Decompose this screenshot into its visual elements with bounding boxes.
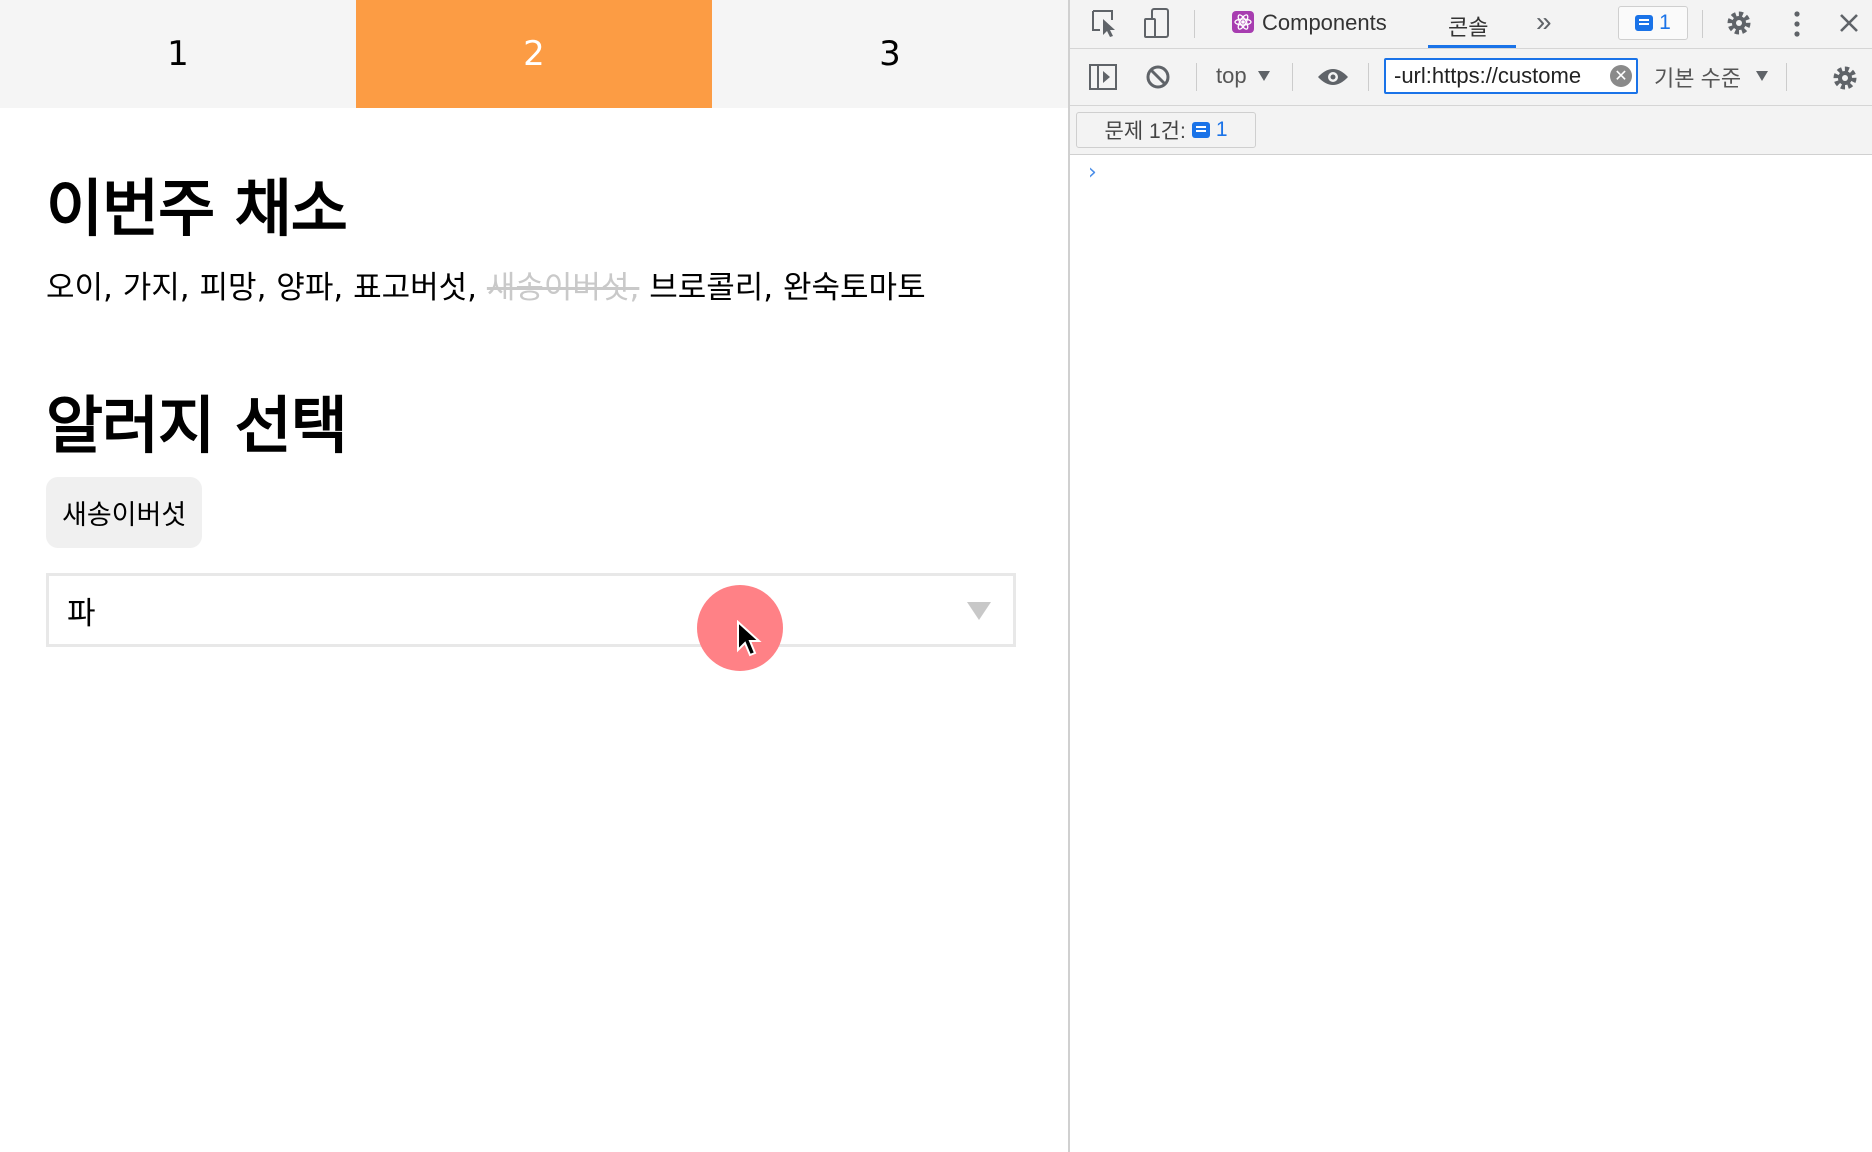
devtools-panel: Components 콘솔 » 1 top -url:https://custo… — [1068, 0, 1872, 1152]
clear-console-icon[interactable] — [1144, 63, 1172, 91]
context-selector[interactable]: top — [1216, 63, 1247, 89]
issue-message-icon — [1191, 122, 1210, 138]
tab-console[interactable]: 콘솔 — [1448, 10, 1488, 42]
console-prompt[interactable]: › — [1088, 160, 1097, 185]
filter-input[interactable] — [1392, 62, 1606, 90]
issues-count: 1 — [1215, 118, 1228, 141]
app-pane: 1 2 3 이번주 채소 오이, 가지, 피망, 양파, 표고버섯, 새송이버섯… — [0, 0, 1068, 1152]
vegetable-item: 오이, — [46, 270, 113, 306]
context-dropdown-icon[interactable] — [1258, 71, 1270, 81]
kebab-menu-icon[interactable] — [1792, 10, 1802, 38]
tab-2[interactable]: 2 — [356, 0, 712, 108]
react-components-icon — [1232, 11, 1254, 33]
allergy-search-input[interactable] — [65, 591, 929, 629]
step-tabs: 1 2 3 — [0, 0, 1068, 108]
live-expression-eye-icon[interactable] — [1316, 65, 1350, 89]
vegetable-item: 완숙토마토 — [782, 270, 926, 306]
vegetable-item: 가지, — [122, 270, 190, 306]
more-tabs-button[interactable]: » — [1536, 6, 1552, 38]
issues-label: 문제 1건: — [1104, 120, 1186, 143]
issues-button[interactable]: 문제 1건: 1 — [1076, 112, 1256, 148]
devtools-main-toolbar: Components 콘솔 » 1 — [1070, 0, 1872, 49]
tab-3[interactable]: 3 — [712, 0, 1068, 108]
settings-gear-icon[interactable] — [1724, 8, 1754, 38]
vegetable-item: 양파, — [276, 270, 344, 306]
messages-count: 1 — [1659, 11, 1671, 34]
mouse-pointer-icon — [737, 620, 762, 657]
active-tab-indicator — [1428, 45, 1516, 48]
sidebar-toggle-icon[interactable] — [1088, 63, 1118, 91]
allergy-select[interactable] — [46, 573, 1016, 647]
issues-bar: 문제 1건: 1 — [1070, 106, 1872, 155]
vegetable-item: 브로콜리, — [649, 270, 774, 306]
close-icon[interactable] — [1838, 12, 1860, 34]
console-settings-gear-icon[interactable] — [1830, 63, 1860, 93]
tab-components[interactable]: Components — [1262, 10, 1387, 36]
vegetable-item: 표고버섯, — [353, 270, 477, 306]
inspect-element-icon[interactable] — [1090, 8, 1120, 38]
allergy-heading: 알러지 선택 — [46, 389, 348, 462]
console-filter[interactable]: ✕ — [1384, 58, 1638, 94]
log-level-dropdown-icon[interactable] — [1756, 71, 1768, 81]
vegetable-item: 피망, — [199, 270, 267, 306]
messages-badge[interactable]: 1 — [1618, 6, 1688, 40]
vegetable-list: 오이, 가지, 피망, 양파, 표고버섯, 새송이버섯, 브로콜리, 완숙토마토 — [46, 262, 926, 307]
clear-filter-icon[interactable]: ✕ — [1610, 65, 1632, 87]
log-level-selector[interactable]: 기본 수준 — [1654, 61, 1741, 93]
vegetables-heading: 이번주 채소 — [46, 172, 348, 245]
tab-1[interactable]: 1 — [0, 0, 356, 108]
dropdown-arrow-icon[interactable] — [967, 602, 991, 620]
device-toolbar-icon[interactable] — [1142, 7, 1172, 39]
allergy-chip[interactable]: 새송이버섯 — [46, 477, 203, 548]
message-icon — [1635, 15, 1654, 31]
console-toolbar: top ✕ 기본 수준 — [1070, 49, 1872, 106]
vegetable-item-excluded: 새송이버섯, — [486, 270, 640, 306]
